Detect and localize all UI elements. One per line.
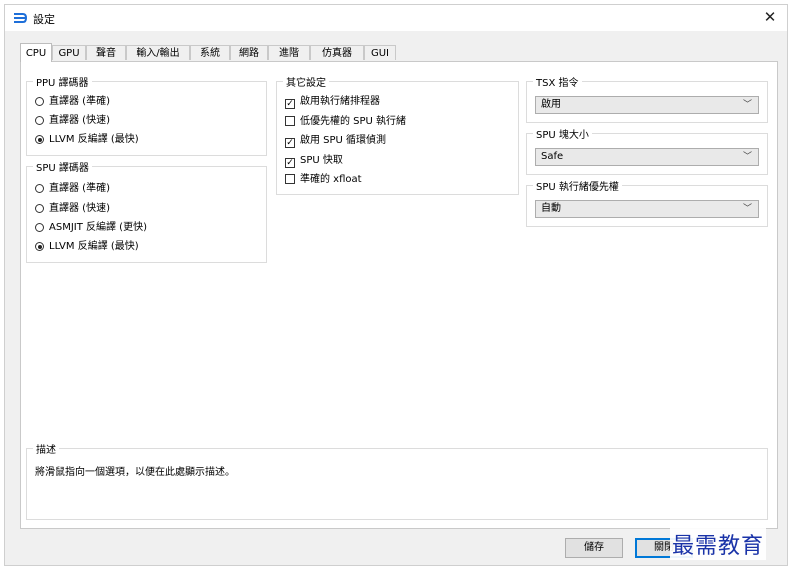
spu-block-size-title: SPU 塊大小 — [533, 126, 592, 141]
spu-interpreter-precise[interactable]: 直譯器 (準確) — [35, 181, 110, 197]
spu-block-size-group: SPU 塊大小 Safe ﹀ — [526, 126, 768, 175]
radio-icon — [35, 184, 44, 193]
option-label: 低優先權的 SPU 執行緒 — [300, 116, 407, 127]
spu-thread-priority-select[interactable]: 自動 ﹀ — [535, 200, 759, 218]
radio-icon — [35, 116, 44, 125]
tab-emulator[interactable]: 仿真器 — [310, 45, 364, 60]
option-label: 直譯器 (準確) — [49, 183, 110, 194]
option-label: 直譯器 (快速) — [49, 203, 110, 214]
option-label: 直譯器 (準確) — [49, 96, 110, 107]
radio-selected-icon — [35, 242, 44, 251]
spu-decoder-group: SPU 譯碼器 直譯器 (準確) 直譯器 (快速) ASMJIT 反編譯 (更快… — [26, 159, 267, 263]
option-label: 直譯器 (快速) — [49, 115, 110, 126]
tsx-title: TSX 指令 — [533, 74, 582, 89]
lower-spu-priority-checkbox[interactable]: 低優先權的 SPU 執行緒 — [285, 114, 406, 130]
spu-cache-checkbox[interactable]: ✓ SPU 快取 — [285, 153, 343, 169]
ppu-interpreter-precise[interactable]: 直譯器 (準確) — [35, 94, 110, 110]
watermark-text: 最需教育 — [670, 528, 767, 560]
save-button[interactable]: 儲存 — [565, 538, 623, 558]
accurate-xfloat-checkbox[interactable]: 準確的 xfloat — [285, 172, 362, 188]
chevron-down-icon: ﹀ — [742, 100, 752, 110]
checkbox-icon — [285, 116, 295, 126]
chevron-down-icon: ﹀ — [742, 204, 752, 214]
checkbox-icon — [285, 174, 295, 184]
description-title: 描述 — [33, 441, 59, 456]
spu-decoder-title: SPU 譯碼器 — [33, 159, 92, 174]
checkbox-checked-icon: ✓ — [285, 99, 295, 109]
ppu-interpreter-fast[interactable]: 直譯器 (快速) — [35, 113, 110, 129]
ppu-decoder-group: PPU 譯碼器 直譯器 (準確) 直譯器 (快速) LLVM 反編譯 (最快) — [26, 74, 267, 156]
enable-thread-scheduler-checkbox[interactable]: ✓ 啟用執行緒排程器 — [285, 94, 380, 110]
tab-gui[interactable]: GUI — [364, 45, 396, 60]
spu-thread-priority-title: SPU 執行緒優先權 — [533, 178, 622, 193]
ppu-llvm-recompiler[interactable]: LLVM 反編譯 (最快) — [35, 132, 139, 148]
tab-system[interactable]: 系統 — [190, 45, 230, 60]
tab-io[interactable]: 輸入/輸出 — [126, 45, 190, 60]
close-icon[interactable]: ✕ — [757, 6, 783, 28]
option-label: LLVM 反編譯 (最快) — [49, 134, 139, 145]
tab-gpu[interactable]: GPU — [52, 45, 86, 60]
option-label: LLVM 反編譯 (最快) — [49, 241, 139, 252]
spu-thread-priority-group: SPU 執行緒優先權 自動 ﹀ — [526, 178, 768, 227]
tab-audio[interactable]: 聲音 — [86, 45, 126, 60]
ppu-decoder-title: PPU 譯碼器 — [33, 74, 92, 89]
option-label: 準確的 xfloat — [300, 174, 362, 185]
title-bar: 設定 ✕ — [5, 5, 787, 31]
radio-icon — [35, 223, 44, 232]
other-settings-group: 其它設定 ✓ 啟用執行緒排程器 低優先權的 SPU 執行緒 ✓ 啟用 SPU 循環偵… — [276, 74, 519, 195]
tsx-group: TSX 指令 啟用 ﹀ — [526, 74, 768, 123]
window-title: 設定 — [33, 13, 55, 26]
checkbox-checked-icon: ✓ — [285, 158, 295, 168]
option-label: 啟用執行緒排程器 — [300, 96, 380, 107]
tsx-select[interactable]: 啟用 ﹀ — [535, 96, 759, 114]
settings-window: 設定 ✕ CPU GPU 聲音 輸入/輸出 系統 網路 進階 仿真器 GUI P… — [4, 4, 788, 566]
description-group: 描述 將滑鼠指向一個選項，以便在此處顯示描述。 — [26, 441, 768, 520]
option-label: 啟用 SPU 循環偵測 — [300, 135, 387, 146]
option-label: SPU 快取 — [300, 155, 343, 166]
app-icon — [14, 13, 27, 23]
radio-icon — [35, 204, 44, 213]
spu-interpreter-fast[interactable]: 直譯器 (快速) — [35, 201, 110, 217]
tab-network[interactable]: 網路 — [230, 45, 268, 60]
radio-selected-icon — [35, 135, 44, 144]
checkbox-checked-icon: ✓ — [285, 138, 295, 148]
select-value: Safe — [541, 151, 564, 162]
other-settings-title: 其它設定 — [283, 74, 329, 89]
select-value: 自動 — [541, 203, 561, 214]
chevron-down-icon: ﹀ — [742, 152, 752, 162]
tab-advanced[interactable]: 進階 — [268, 45, 310, 60]
spu-loop-detection-checkbox[interactable]: ✓ 啟用 SPU 循環偵測 — [285, 133, 386, 149]
tab-cpu[interactable]: CPU — [20, 43, 52, 62]
option-label: ASMJIT 反編譯 (更快) — [49, 222, 147, 233]
radio-icon — [35, 97, 44, 106]
spu-block-size-select[interactable]: Safe ﹀ — [535, 148, 759, 166]
spu-asmjit-recompiler[interactable]: ASMJIT 反編譯 (更快) — [35, 220, 147, 236]
spu-llvm-recompiler[interactable]: LLVM 反編譯 (最快) — [35, 239, 139, 255]
description-text: 將滑鼠指向一個選項，以便在此處顯示描述。 — [35, 467, 235, 478]
select-value: 啟用 — [541, 99, 561, 110]
cpu-panel: PPU 譯碼器 直譯器 (準確) 直譯器 (快速) LLVM 反編譯 (最快) … — [20, 61, 778, 529]
